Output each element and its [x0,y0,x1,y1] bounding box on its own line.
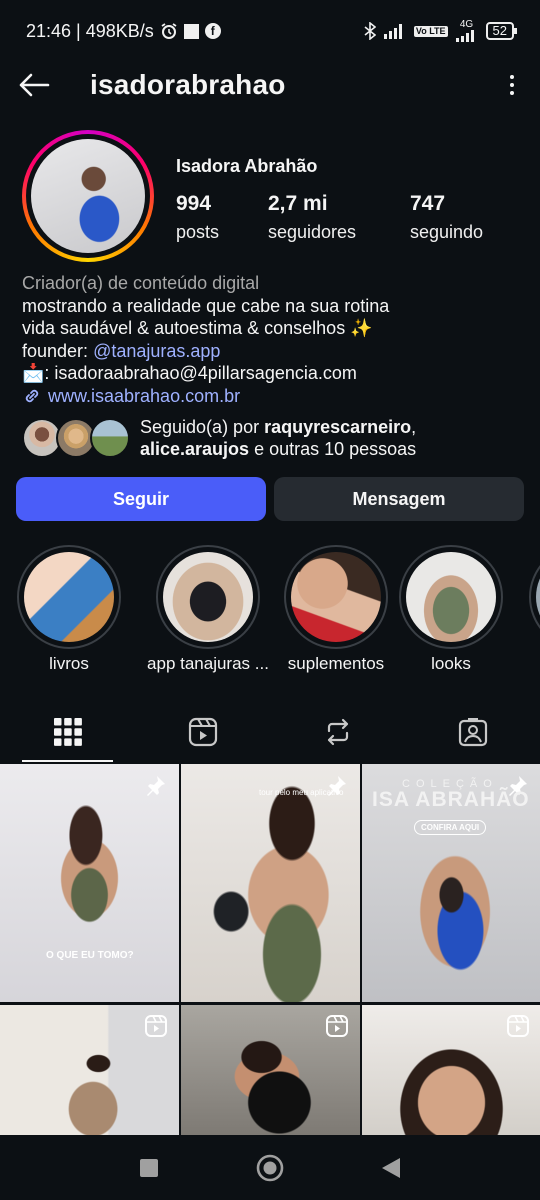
stat-posts-value: 994 [176,192,212,215]
reels-icon [188,717,217,747]
android-nav-bar [0,1136,540,1200]
alarm-icon [161,23,177,39]
reel-icon [326,1015,348,1037]
tab-reels[interactable] [135,702,270,762]
highlight-cover [536,552,540,642]
stat-following-label: seguindo [410,222,484,242]
grid-post-6[interactable] [362,1005,540,1135]
reel-icon [145,1015,167,1037]
grid-post-5[interactable] [181,1005,360,1135]
stat-followers[interactable]: 2,7 mi seguidores [268,192,356,243]
highlight-label: suplementos [287,654,385,673]
bio-category: Criador(a) de conteúdo digital [22,273,260,293]
signal-4g-icon [455,30,474,42]
followed-by-text: Seguido(a) por raquyrescarneiro, alice.a… [140,416,416,460]
stat-following-value: 747 [410,192,446,215]
profile-bio: Criador(a) de conteúdo digital mostrando… [22,272,522,408]
signal-icon [383,24,402,39]
highlight-suplementos[interactable]: suplementos [270,545,402,674]
highlight-app-tanajuras[interactable]: app tanajuras ... [142,545,274,674]
bio-email-line: 📩: isadoraabrahao@4pillarsagencia.com [22,363,357,384]
grid-icon [53,718,82,746]
notification-square-icon [183,23,199,39]
followed-by-user-2: alice.araujos [140,439,250,459]
profile-full-name: Isadora Abrahão [176,156,318,176]
post-3-title-big: ISA ABRAHÃO [372,788,530,811]
tab-reposts[interactable] [270,702,405,762]
tagged-icon [458,718,487,747]
tab-tagged[interactable] [405,702,540,762]
volte-badge: Vo LTE [413,25,448,37]
highlight-partial[interactable] [526,545,540,649]
back-arrow-icon[interactable] [18,73,50,97]
recents-icon[interactable] [139,1158,159,1178]
avatar-story-ring[interactable] [22,130,154,262]
highlight-cover [24,552,114,642]
stat-posts-label: posts [176,222,220,242]
story-highlights: livros app tanajuras ... suplementos loo… [14,545,540,675]
back-icon[interactable] [381,1157,401,1179]
header-username: isadorabrahao [90,69,286,100]
grid-post-1[interactable]: O QUE EU TOMO? [0,764,179,1002]
stat-posts[interactable]: 994 posts [176,192,219,243]
post-2-caption: tour pelo meu aplicativo [259,788,344,797]
highlight-cover [291,552,381,642]
grid-post-2[interactable]: tour pelo meu aplicativo [181,764,360,1002]
stat-followers-label: seguidores [268,222,357,242]
highlight-label: livros [49,654,89,673]
highlight-label: looks [431,654,471,673]
battery-level: 52 [492,23,507,38]
bio-line-2: vida saudável & autoestima & conselhos ✨ [22,318,373,339]
status-bar: 21:46 | 498KB/s f Vo LTE 4G 52 [0,0,540,62]
mutual-avatar-3 [90,418,130,458]
grid-post-4[interactable] [0,1005,179,1135]
highlight-cover [163,552,253,642]
bio-founder-prefix: founder: [22,340,94,361]
profile-header: isadorabrahao [0,62,540,108]
reposts-icon [327,718,348,746]
bio-website-link[interactable]: www.isaabrahao.com.br [48,385,240,408]
facebook-icon: f [204,23,221,39]
message-button[interactable]: Mensagem [274,477,524,521]
pin-icon [147,776,165,796]
followed-by-comma: , [411,417,417,437]
link-icon [25,390,39,403]
follow-button[interactable]: Seguir [16,477,266,521]
reel-icon [507,1015,529,1037]
post-3-cta: CONFIRA AQUI [414,820,487,835]
followed-by-user-1: raquyrescarneiro [264,417,412,437]
mutual-followers-avatars [22,416,132,460]
grid-post-3[interactable]: COLEÇÃO ISA ABRAHÃO CONFIRA AQUI [362,764,540,1002]
more-options-icon[interactable] [502,75,522,95]
followed-by-prefix: Seguido(a) por [140,417,265,437]
bluetooth-icon [364,22,376,40]
home-icon[interactable] [256,1154,284,1182]
posts-grid: O QUE EU TOMO? tour pelo meu aplicativo … [0,764,540,1136]
highlight-cover [406,552,496,642]
tab-posts[interactable] [0,702,135,762]
highlight-looks[interactable]: looks [396,545,506,674]
highlight-livros[interactable]: livros [14,545,124,674]
stat-following[interactable]: 747 seguindo [410,192,483,243]
followed-by-suffix: e outras 10 pessoas [249,439,417,459]
followed-by[interactable]: Seguido(a) por raquyrescarneiro, alice.a… [22,414,522,462]
battery-icon: 52 [485,22,518,40]
bio-line-1: mostrando a realidade que cabe na sua ro… [22,295,390,316]
post-1-caption: O QUE EU TOMO? [46,950,134,961]
bio-founder-link[interactable]: @tanajuras.app [93,341,220,361]
bio-founder-line: founder: @tanajuras.app [22,340,522,363]
bio-website-line[interactable]: www.isaabrahao.com.br [22,385,522,408]
stat-followers-value: 2,7 mi [268,192,328,215]
profile-summary: Isadora Abrahão 994 posts 2,7 mi seguido… [22,130,522,266]
profile-tabs [0,702,540,762]
highlight-label: app tanajuras ... [147,654,269,673]
avatar [31,139,145,253]
network-type: 4G [459,19,474,30]
status-time: 21:46 | 498KB/s [26,20,154,41]
